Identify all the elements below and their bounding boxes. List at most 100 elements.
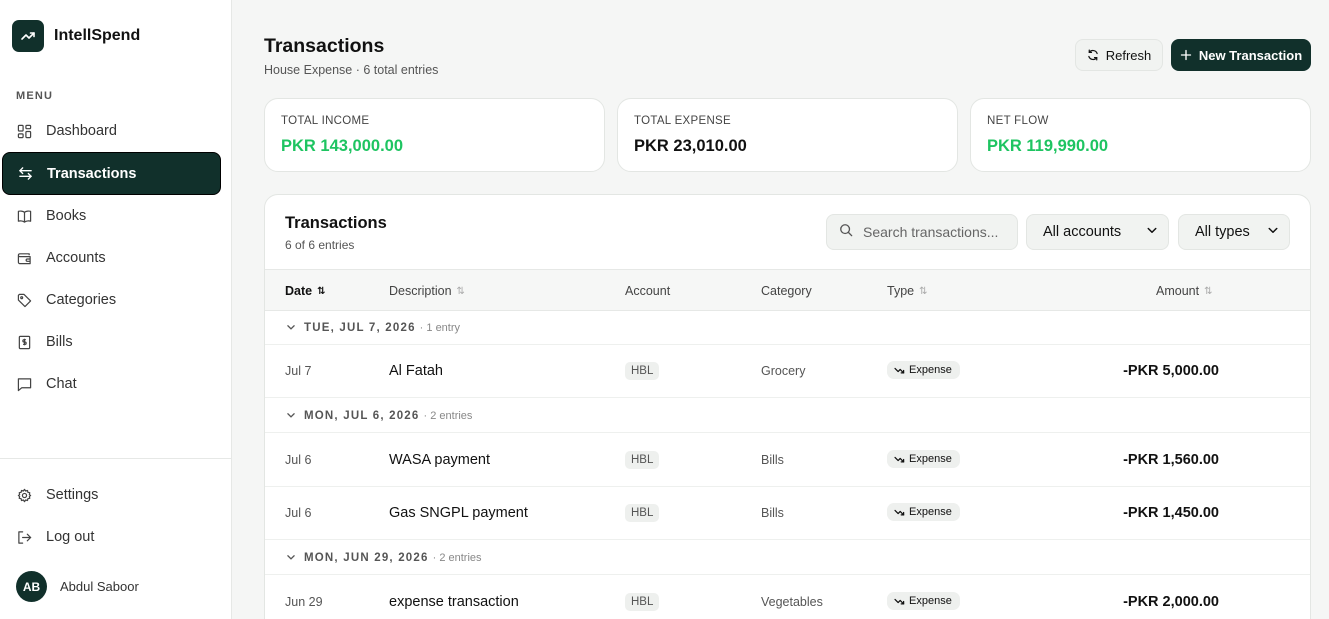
row-description: WASA payment bbox=[389, 452, 491, 468]
row-category: Bills bbox=[761, 506, 784, 520]
type-badge: Expense bbox=[887, 361, 960, 379]
page-title: Transactions bbox=[264, 35, 385, 57]
table-row[interactable]: Jul 6 WASA payment HBL Bills Expense -PK… bbox=[265, 434, 1310, 487]
card-title: Transactions bbox=[285, 214, 387, 232]
account-badge: HBL bbox=[625, 451, 660, 469]
row-category: Grocery bbox=[761, 364, 806, 378]
transactions-card: Transactions 6 of 6 entries All accounts… bbox=[264, 194, 1311, 619]
type-badge: Expense bbox=[887, 503, 960, 521]
sidebar-item-transactions[interactable]: Transactions bbox=[2, 152, 221, 195]
stat-net-flow: NET FLOW PKR 119,990.00 bbox=[970, 98, 1311, 172]
trend-down-icon bbox=[894, 509, 905, 516]
date-group-header[interactable]: MON, JUN 29, 2026 · 2 entries bbox=[265, 541, 1310, 575]
sidebar-item-label: Accounts bbox=[46, 250, 106, 266]
trend-down-icon bbox=[894, 456, 905, 463]
sidebar-nav: Dashboard Transactions Books Accounts Ca… bbox=[2, 110, 221, 405]
table-row[interactable]: Jun 29 expense transaction HBL Vegetable… bbox=[265, 576, 1310, 619]
group-count: · 2 entries bbox=[432, 551, 482, 564]
type-filter-select[interactable]: All types bbox=[1178, 214, 1290, 250]
stat-total-income: TOTAL INCOME PKR 143,000.00 bbox=[264, 98, 605, 172]
sidebar-item-label: Chat bbox=[46, 376, 77, 392]
sidebar: IntellSpend MENU Dashboard Transactions … bbox=[0, 0, 232, 619]
brand[interactable]: IntellSpend bbox=[12, 20, 140, 52]
column-amount[interactable]: Amount ⇅ bbox=[1156, 284, 1212, 298]
avatar: AB bbox=[16, 571, 47, 602]
account-filter-value: All accounts bbox=[1043, 224, 1122, 240]
table-row[interactable]: Jul 7 Al Fatah HBL Grocery Expense -PKR … bbox=[265, 345, 1310, 398]
trend-down-icon bbox=[894, 598, 905, 605]
column-category: Category bbox=[761, 284, 812, 298]
type-badge: Expense bbox=[887, 450, 960, 468]
sort-icon: ⇅ bbox=[1204, 285, 1213, 297]
refresh-button[interactable]: Refresh bbox=[1075, 39, 1163, 71]
refresh-label: Refresh bbox=[1105, 47, 1152, 63]
chevron-down-icon bbox=[1267, 224, 1279, 240]
column-label: Date bbox=[285, 284, 313, 298]
plus-icon bbox=[1180, 49, 1192, 61]
row-amount: -PKR 2,000.00 bbox=[1123, 594, 1219, 610]
wallet-icon bbox=[16, 250, 32, 266]
chevron-down-icon bbox=[286, 549, 296, 567]
column-description[interactable]: Description ⇅ bbox=[389, 284, 465, 298]
trend-up-icon bbox=[12, 20, 44, 52]
chevron-down-icon bbox=[286, 407, 296, 425]
receipt-icon bbox=[16, 334, 32, 350]
stat-label: TOTAL INCOME bbox=[281, 115, 370, 127]
sidebar-item-settings[interactable]: Settings bbox=[2, 474, 221, 516]
column-label: Description bbox=[389, 284, 452, 298]
account-badge: HBL bbox=[625, 504, 660, 522]
sidebar-item-books[interactable]: Books bbox=[2, 195, 221, 237]
column-label: Account bbox=[625, 284, 671, 298]
chevron-down-icon bbox=[1146, 224, 1158, 240]
search-box[interactable] bbox=[826, 214, 1018, 250]
user-profile[interactable]: AB Abdul Saboor bbox=[16, 571, 139, 602]
type-label: Expense bbox=[909, 506, 952, 518]
column-date[interactable]: Date ⇅ bbox=[285, 284, 325, 298]
sidebar-item-label: Transactions bbox=[47, 165, 137, 182]
group-count: · 1 entry bbox=[419, 321, 461, 334]
stat-value: PKR 143,000.00 bbox=[281, 137, 404, 155]
stat-value: PKR 23,010.00 bbox=[634, 137, 747, 155]
sidebar-item-label: Settings bbox=[46, 487, 99, 503]
row-description: expense transaction bbox=[389, 594, 519, 610]
row-amount: -PKR 1,450.00 bbox=[1123, 505, 1219, 521]
table-header: Date ⇅ Description ⇅ Account Category Type… bbox=[265, 269, 1310, 311]
sidebar-item-categories[interactable]: Categories bbox=[2, 279, 221, 321]
type-badge: Expense bbox=[887, 592, 960, 610]
sidebar-item-logout[interactable]: Log out bbox=[2, 516, 221, 558]
new-transaction-button[interactable]: New Transaction bbox=[1171, 39, 1311, 71]
group-count: · 2 entries bbox=[423, 409, 473, 422]
date-group-header[interactable]: TUE, JUL 7, 2026 · 1 entry bbox=[265, 311, 1310, 345]
account-badge: HBL bbox=[625, 593, 660, 611]
refresh-icon bbox=[1087, 49, 1099, 61]
sidebar-item-dashboard[interactable]: Dashboard bbox=[2, 110, 221, 152]
trend-down-icon bbox=[894, 367, 905, 374]
menu-label: MENU bbox=[16, 90, 54, 102]
user-name: Abdul Saboor bbox=[60, 579, 139, 594]
card-subtitle: 6 of 6 entries bbox=[285, 238, 355, 252]
new-transaction-label: New Transaction bbox=[1198, 47, 1303, 63]
row-date: Jul 7 bbox=[285, 364, 312, 378]
account-badge: HBL bbox=[625, 362, 660, 380]
search-input[interactable] bbox=[863, 224, 1013, 240]
type-filter-value: All types bbox=[1195, 224, 1250, 240]
sidebar-item-label: Bills bbox=[46, 334, 73, 350]
sidebar-item-accounts[interactable]: Accounts bbox=[2, 237, 221, 279]
sidebar-item-label: Log out bbox=[46, 529, 95, 545]
sidebar-item-chat[interactable]: Chat bbox=[2, 363, 221, 405]
row-category: Vegetables bbox=[761, 595, 823, 609]
column-type[interactable]: Type ⇅ bbox=[887, 284, 928, 298]
logout-icon bbox=[16, 529, 32, 545]
sidebar-item-bills[interactable]: Bills bbox=[2, 321, 221, 363]
row-date: Jul 6 bbox=[285, 453, 312, 467]
stat-value: PKR 119,990.00 bbox=[987, 137, 1109, 155]
row-description: Gas SNGPL payment bbox=[389, 505, 528, 521]
sidebar-bottom-nav: Settings Log out bbox=[2, 474, 221, 558]
account-filter-select[interactable]: All accounts bbox=[1026, 214, 1169, 250]
sort-icon: ⇅ bbox=[919, 285, 928, 297]
group-date: MON, JUL 6, 2026 bbox=[304, 409, 420, 422]
column-label: Amount bbox=[1156, 284, 1200, 298]
sort-icon: ⇅ bbox=[317, 285, 326, 297]
date-group-header[interactable]: MON, JUL 6, 2026 · 2 entries bbox=[265, 399, 1310, 433]
table-row[interactable]: Jul 6 Gas SNGPL payment HBL Bills Expens… bbox=[265, 487, 1310, 540]
